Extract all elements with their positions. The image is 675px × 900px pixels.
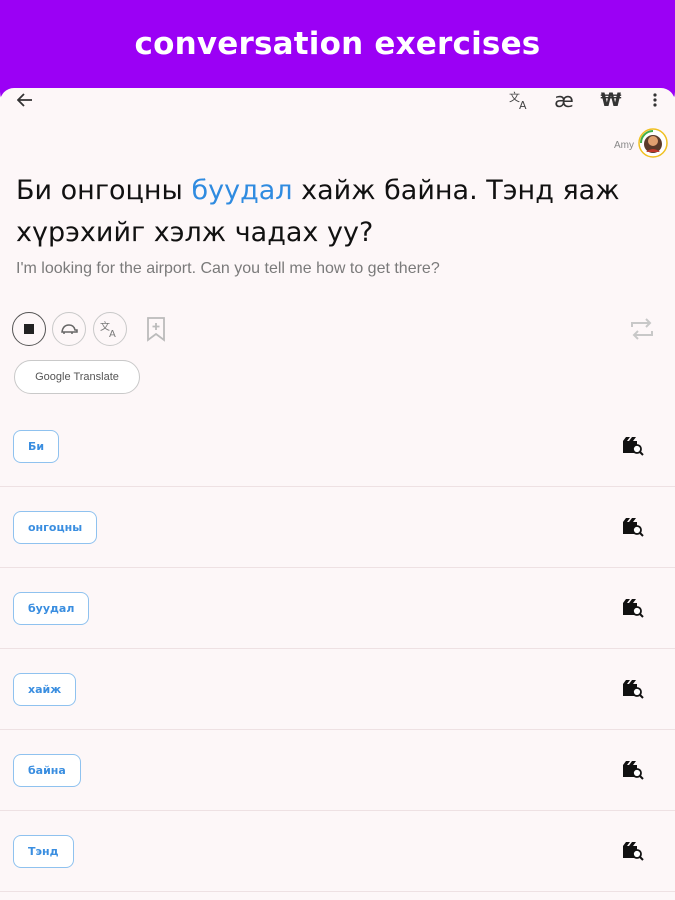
word-chip[interactable]: онгоцны	[13, 511, 97, 544]
word-row: Би	[0, 406, 675, 487]
word-list: Би онгоцны буудал хайж байна	[0, 406, 675, 892]
video-search-icon[interactable]	[622, 436, 644, 456]
word-chip[interactable]: Би	[13, 430, 59, 463]
speaker-name: Amy	[594, 140, 634, 151]
sentence-before: Би онгоцны	[16, 175, 191, 206]
repeat-icon[interactable]	[628, 316, 656, 342]
app-screen: 文 A æ ₩ Amy Би онгоцны буудал хайж байна…	[0, 88, 675, 900]
word-chip[interactable]: Тэнд	[13, 835, 74, 868]
slow-playback-button[interactable]	[52, 312, 86, 346]
video-search-icon[interactable]	[622, 679, 644, 699]
stop-button[interactable]	[12, 312, 46, 346]
speaker-avatar[interactable]	[638, 128, 668, 158]
word-row: хайж	[0, 649, 675, 730]
currency-icon[interactable]: ₩	[598, 90, 624, 110]
banner-title: conversation exercises	[0, 26, 675, 62]
word-chip[interactable]: буудал	[13, 592, 89, 625]
translate-sentence-button[interactable]: 文 A	[93, 312, 127, 346]
word-row: байна	[0, 730, 675, 811]
video-search-icon[interactable]	[622, 760, 644, 780]
translate-icon: 文 A	[100, 320, 120, 338]
google-translate-button[interactable]: Google Translate	[14, 360, 140, 394]
word-row: буудал	[0, 568, 675, 649]
video-search-icon[interactable]	[622, 598, 644, 618]
sentence-text: Би онгоцны буудал хайж байна. Тэнд яаж х…	[16, 170, 636, 254]
word-chip[interactable]: байна	[13, 754, 81, 787]
word-chip[interactable]: хайж	[13, 673, 76, 706]
bookmark-add-icon[interactable]	[144, 316, 168, 342]
translate-icon[interactable]: 文 A	[508, 90, 532, 110]
turtle-icon	[60, 322, 78, 336]
svg-text:A: A	[109, 329, 116, 338]
back-arrow-icon[interactable]	[14, 90, 36, 110]
word-row: онгоцны	[0, 487, 675, 568]
video-search-icon[interactable]	[622, 841, 644, 861]
more-vertical-icon[interactable]	[645, 90, 665, 110]
video-search-icon[interactable]	[622, 517, 644, 537]
sentence-translation: I'm looking for the airport. Can you tel…	[16, 260, 656, 278]
word-row: Тэнд	[0, 811, 675, 892]
phonetic-icon[interactable]: æ	[552, 90, 576, 110]
svg-text:A: A	[519, 99, 527, 110]
app-bar: 文 A æ ₩	[0, 88, 675, 112]
stop-icon	[24, 324, 34, 334]
sentence-highlight-word[interactable]: буудал	[191, 175, 292, 206]
